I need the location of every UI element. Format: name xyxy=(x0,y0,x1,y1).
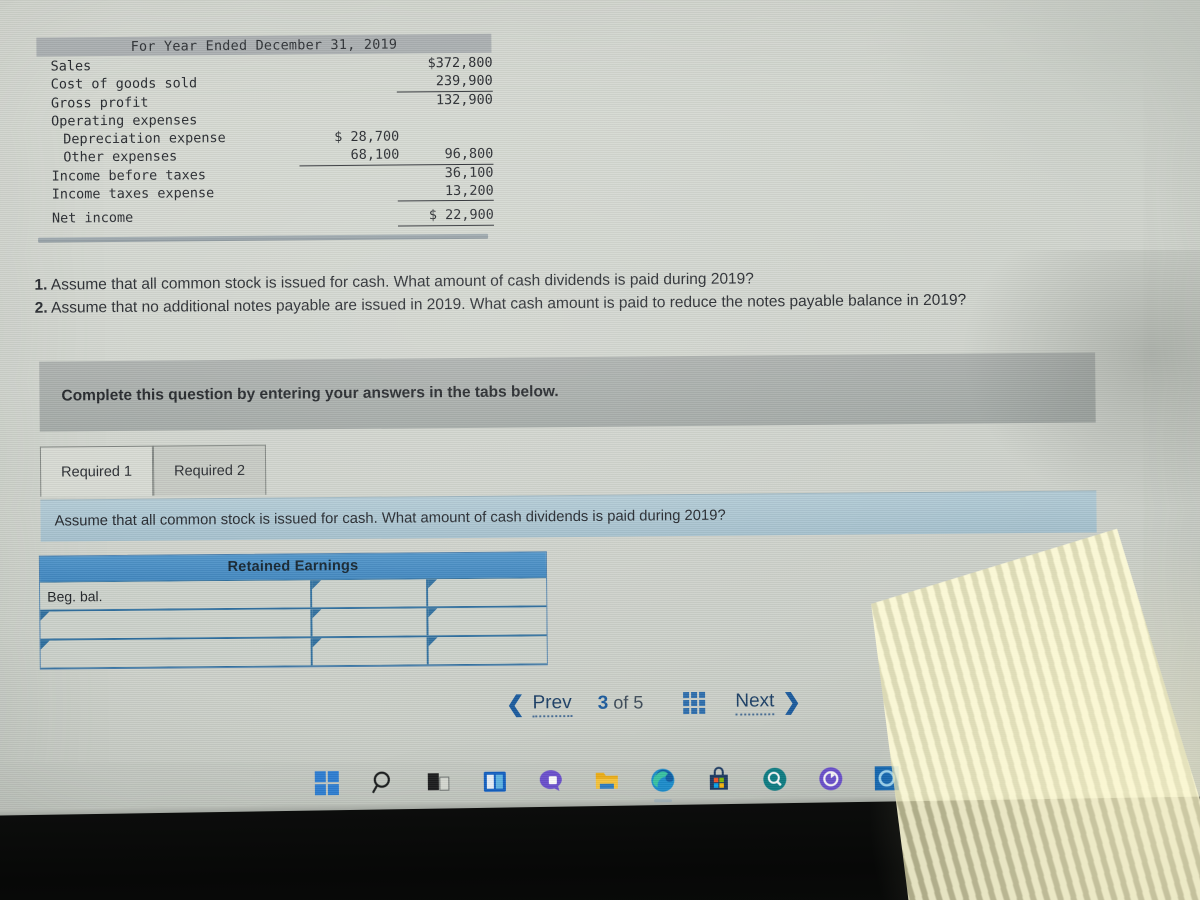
of-label: of xyxy=(613,692,629,713)
instruction-banner-text: Complete this question by entering your … xyxy=(61,383,559,405)
next-arrow-icon[interactable]: ❯ xyxy=(782,689,801,715)
widgets-button[interactable] xyxy=(478,765,512,799)
question-2-text: Assume that no additional notes payable … xyxy=(51,291,967,317)
row-label: Cost of goods sold xyxy=(50,75,198,93)
folder-icon xyxy=(595,772,618,789)
retained-earnings-cell-label[interactable] xyxy=(40,609,313,639)
statement-row-net-income: Net income $ 22,900 xyxy=(40,206,500,228)
table-row: Beg. bal. xyxy=(40,578,547,612)
instruction-banner: Complete this question by entering your … xyxy=(39,352,1096,432)
row-value-col2: 36,100 xyxy=(444,164,494,181)
retained-earnings-cell-credit[interactable] xyxy=(428,578,547,607)
row-label: Operating expenses xyxy=(50,112,198,130)
row-label: Depreciation expense xyxy=(63,130,226,148)
search-button[interactable] xyxy=(366,766,400,800)
row-label: Income taxes expense xyxy=(51,185,215,203)
question-2-number: 2. xyxy=(34,299,48,317)
row-value-col2: $ 22,900 xyxy=(397,206,494,227)
next-button[interactable]: Next xyxy=(735,689,775,716)
retained-earnings-table: Retained Earnings Beg. bal. xyxy=(38,551,548,670)
start-button[interactable] xyxy=(310,766,344,800)
dropdown-marker-icon xyxy=(428,637,438,647)
store-icon xyxy=(709,766,728,790)
dropdown-marker-icon xyxy=(428,608,438,618)
grid-cell xyxy=(691,707,698,714)
total-pages: 5 xyxy=(633,692,644,713)
grid-cell xyxy=(691,691,698,698)
tab-required-1-label: Required 1 xyxy=(61,463,133,480)
row-label: Other expenses xyxy=(63,148,178,166)
sync-app-button[interactable] xyxy=(814,762,848,796)
dropdown-marker-icon xyxy=(40,640,50,650)
retained-earnings-cell-debit[interactable] xyxy=(312,637,429,666)
row-label: Gross profit xyxy=(50,94,149,112)
question-list: 1. Assume that all common stock is issue… xyxy=(34,264,1164,320)
dropdown-marker-icon xyxy=(312,580,322,590)
statement-divider xyxy=(38,233,489,243)
row-label: Income before taxes xyxy=(51,166,207,185)
retained-earnings-cell-credit[interactable] xyxy=(428,607,547,636)
grid-cell xyxy=(683,700,690,707)
row-value-col2: 132,900 xyxy=(435,91,493,108)
teams-chat-icon xyxy=(539,770,562,791)
prev-arrow-icon[interactable]: ❮ xyxy=(506,691,525,717)
windows-start-icon xyxy=(314,771,339,796)
pagination: ❮ Prev 3 of 5 Next ❯ xyxy=(506,684,906,721)
edge-icon xyxy=(651,768,675,792)
retained-earnings-cell-debit[interactable] xyxy=(312,579,429,608)
income-statement: For Year Ended December 31, 2019 Sales $… xyxy=(36,33,500,229)
grid-cell xyxy=(683,708,690,715)
sub-question-text: Assume that all common stock is issued f… xyxy=(54,507,726,530)
magnifier-badge-icon xyxy=(763,767,787,791)
tab-required-2-label: Required 2 xyxy=(173,462,246,479)
task-view-button[interactable] xyxy=(422,765,456,799)
retained-earnings-cell-debit[interactable] xyxy=(312,608,429,637)
circular-arrow-icon xyxy=(819,767,843,791)
retained-earnings-cell-credit[interactable] xyxy=(428,636,547,665)
cell-value: Beg. bal. xyxy=(47,587,103,605)
row-value-col2: 239,900 xyxy=(396,72,493,93)
grid-cell xyxy=(699,691,706,698)
table-row xyxy=(40,636,547,669)
dropdown-marker-icon xyxy=(312,638,322,648)
requirement-tabs: Required 1 Required 2 xyxy=(39,444,267,497)
row-value-col2: $372,800 xyxy=(427,54,493,72)
statement-title: For Year Ended December 31, 2019 xyxy=(36,33,492,57)
dropdown-marker-icon xyxy=(40,611,50,621)
row-value-col2: 96,800 xyxy=(397,145,494,166)
edge-browser-button[interactable] xyxy=(646,763,680,797)
question-1-text: Assume that all common stock is issued f… xyxy=(50,270,754,294)
file-explorer-button[interactable] xyxy=(590,764,624,798)
tab-required-1[interactable]: Required 1 xyxy=(39,445,154,497)
row-label: Net income xyxy=(51,210,134,227)
grid-cell xyxy=(699,699,706,706)
widgets-icon xyxy=(483,771,506,792)
table-row xyxy=(40,607,547,641)
task-view-icon xyxy=(427,773,450,791)
sub-question-banner: Assume that all common stock is issued f… xyxy=(40,490,1097,542)
monitor-photo: For Year Ended December 31, 2019 Sales $… xyxy=(0,0,1200,900)
page-indicator: 3 of 5 xyxy=(598,692,644,714)
grid-cell xyxy=(691,699,698,706)
dropdown-marker-icon xyxy=(312,609,322,619)
search-icon xyxy=(371,771,390,794)
grid-cell xyxy=(699,707,706,714)
row-label: Sales xyxy=(50,58,92,75)
tab-required-2[interactable]: Required 2 xyxy=(152,444,267,496)
question-1-number: 1. xyxy=(34,276,48,294)
microsoft-store-button[interactable] xyxy=(702,763,736,797)
teams-chat-button[interactable] xyxy=(534,764,568,798)
grid-view-icon[interactable] xyxy=(683,691,706,715)
statement-row-income-taxes-expense: Income taxes expense 13,200 xyxy=(40,181,500,204)
retained-earnings-cell-label[interactable]: Beg. bal. xyxy=(40,580,313,610)
grid-cell xyxy=(683,692,690,699)
retained-earnings-cell-label[interactable] xyxy=(40,638,313,668)
row-value-col1: $ 28,700 xyxy=(334,128,400,146)
row-value-col2: 13,200 xyxy=(397,181,494,202)
row-value-col1: 68,100 xyxy=(299,146,400,167)
current-page: 3 xyxy=(597,692,609,714)
prev-button[interactable]: Prev xyxy=(532,691,572,717)
dropdown-marker-icon xyxy=(428,579,438,589)
everything-search-button[interactable] xyxy=(758,762,792,796)
